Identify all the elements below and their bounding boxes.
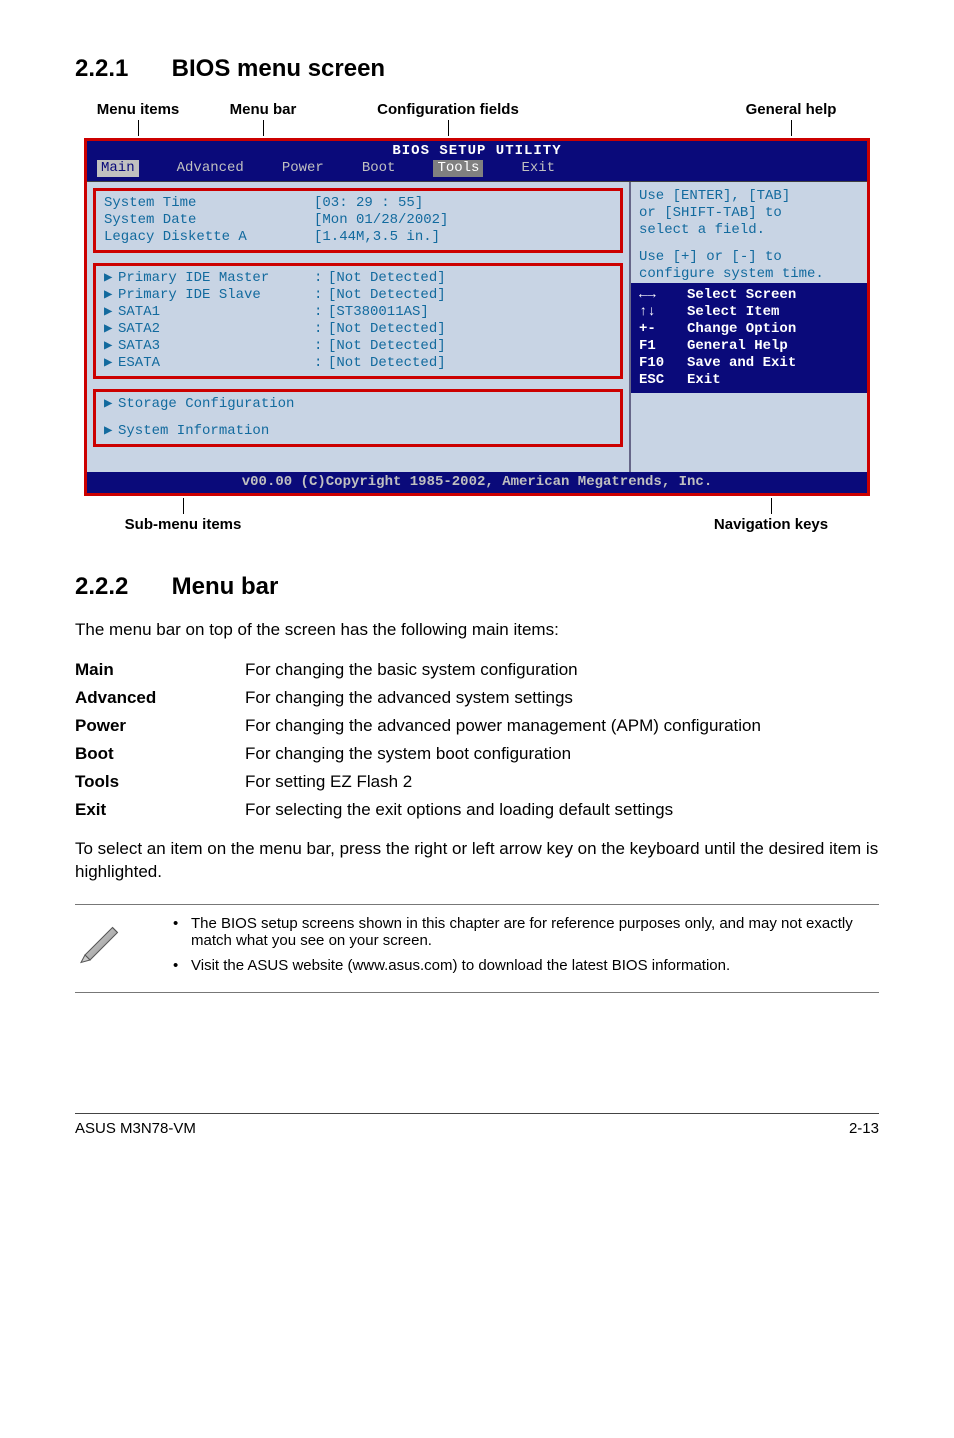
- bios-system-date-value[interactable]: [Mon 01/28/2002]: [314, 212, 448, 229]
- heading-number: 2.2.1: [75, 55, 165, 83]
- bios-menu-boot[interactable]: Boot: [362, 160, 396, 177]
- bios-ide-slave-value: [Not Detected]: [328, 287, 446, 304]
- page-footer: ASUS M3N78-VM 2-13: [75, 1113, 879, 1137]
- bios-sata2-value: [Not Detected]: [328, 321, 446, 338]
- bios-block-3: ▶Storage Configuration ▶System Informati…: [93, 389, 623, 447]
- paragraph: To select an item on the menu bar, press…: [75, 838, 879, 884]
- heading-title: Menu bar: [172, 573, 279, 600]
- term-advanced: Advanced: [75, 688, 245, 708]
- key-esc: ESC: [639, 372, 687, 389]
- bios-menu-tools[interactable]: Tools: [433, 160, 483, 177]
- bios-esata-label[interactable]: ESATA: [118, 355, 314, 372]
- bios-legacy-diskette-label[interactable]: Legacy Diskette A: [104, 229, 314, 246]
- heading-number: 2.2.2: [75, 573, 165, 601]
- bios-sata1-value: [ST380011AS]: [328, 304, 429, 321]
- term-power: Power: [75, 716, 245, 736]
- triangle-icon: ▶: [104, 355, 118, 372]
- key-f1: F1: [639, 338, 687, 355]
- key-f10: F10: [639, 355, 687, 372]
- heading-title: BIOS menu screen: [172, 55, 385, 82]
- callout-config-fields: Configuration fields: [377, 101, 519, 118]
- top-callout-row: Menu items Menu bar Configuration fields…: [75, 101, 879, 136]
- bios-help-line: select a field.: [639, 222, 859, 239]
- callout-menu-bar: Menu bar: [230, 101, 297, 118]
- note-pencil-icon: [75, 904, 155, 993]
- bios-menu-main[interactable]: Main: [97, 160, 139, 177]
- bios-help-line: configure system time.: [639, 266, 859, 283]
- key-action: Save and Exit: [687, 355, 796, 372]
- key-plusminus: +-: [639, 321, 687, 338]
- bios-ide-master-label[interactable]: Primary IDE Master: [118, 270, 314, 287]
- bios-screen: BIOS SETUP UTILITY Main Advanced Power B…: [84, 138, 870, 496]
- bios-nav-keys: ←→Select Screen ↑↓Select Item +-Change O…: [639, 287, 859, 389]
- bios-system-time-label[interactable]: System Time: [104, 195, 314, 212]
- bios-help-line: or [SHIFT-TAB] to: [639, 205, 859, 222]
- paragraph: The menu bar on top of the screen has th…: [75, 619, 879, 642]
- bios-system-date-label[interactable]: System Date: [104, 212, 314, 229]
- triangle-icon: ▶: [104, 304, 118, 321]
- bios-sata1-label[interactable]: SATA1: [118, 304, 314, 321]
- desc-boot: For changing the system boot configurati…: [245, 744, 879, 764]
- triangle-icon: ▶: [104, 338, 118, 355]
- triangle-icon: ▶: [104, 321, 118, 338]
- triangle-icon: ▶: [104, 270, 118, 287]
- triangle-icon: ▶: [104, 396, 118, 413]
- bios-ide-slave-label[interactable]: Primary IDE Slave: [118, 287, 314, 304]
- key-arrows-lr: ←→: [639, 287, 687, 304]
- bios-block-1: System Time[03: 29 : 55] System Date[Mon…: [93, 188, 623, 253]
- bios-footer: v00.00 (C)Copyright 1985-2002, American …: [87, 472, 867, 493]
- bios-sata2-label[interactable]: SATA2: [118, 321, 314, 338]
- desc-advanced: For changing the advanced system setting…: [245, 688, 879, 708]
- menu-description-table: MainFor changing the basic system config…: [75, 660, 879, 820]
- term-main: Main: [75, 660, 245, 680]
- bios-system-time-value[interactable]: [03: 29 : 55]: [314, 195, 423, 212]
- term-tools: Tools: [75, 772, 245, 792]
- bios-storage-config-label[interactable]: Storage Configuration: [118, 396, 328, 413]
- bios-system-info-label[interactable]: System Information: [118, 423, 328, 440]
- callout-general-help: General help: [746, 101, 837, 118]
- section-heading-2: 2.2.2 Menu bar: [75, 573, 879, 601]
- desc-power: For changing the advanced power manageme…: [245, 716, 879, 736]
- footer-product: ASUS M3N78-VM: [75, 1120, 196, 1137]
- bios-ide-master-value: [Not Detected]: [328, 270, 446, 287]
- callout-navigation-keys: Navigation keys: [714, 516, 828, 533]
- bios-esata-value: [Not Detected]: [328, 355, 446, 372]
- desc-main: For changing the basic system configurat…: [245, 660, 879, 680]
- footer-page-number: 2-13: [849, 1120, 879, 1137]
- bios-legacy-diskette-value[interactable]: [1.44M,3.5 in.]: [314, 229, 440, 246]
- note-item: Visit the ASUS website (www.asus.com) to…: [173, 957, 879, 974]
- note-box: The BIOS setup screens shown in this cha…: [75, 904, 879, 993]
- callout-submenu-items: Sub-menu items: [125, 516, 242, 533]
- bios-title: BIOS SETUP UTILITY: [87, 143, 867, 160]
- bios-menu-advanced[interactable]: Advanced: [177, 160, 244, 177]
- term-boot: Boot: [75, 744, 245, 764]
- bios-help-line: Use [ENTER], [TAB]: [639, 188, 859, 205]
- callout-menu-items: Menu items: [97, 101, 180, 118]
- bios-sata3-value: [Not Detected]: [328, 338, 446, 355]
- bios-sata3-label[interactable]: SATA3: [118, 338, 314, 355]
- bios-block-2: ▶Primary IDE Master:[Not Detected] ▶Prim…: [93, 263, 623, 379]
- bios-menu-exit[interactable]: Exit: [521, 160, 555, 177]
- note-item: The BIOS setup screens shown in this cha…: [173, 915, 879, 949]
- bios-menu-bar: Main Advanced Power Boot Tools Exit: [87, 160, 867, 179]
- key-action: Select Screen: [687, 287, 796, 304]
- key-action: Change Option: [687, 321, 796, 338]
- section-heading-1: 2.2.1 BIOS menu screen: [75, 55, 879, 83]
- bios-menu-power[interactable]: Power: [282, 160, 324, 177]
- desc-tools: For setting EZ Flash 2: [245, 772, 879, 792]
- key-action: General Help: [687, 338, 788, 355]
- bottom-callout-row: Sub-menu items Navigation keys: [75, 498, 879, 533]
- key-arrows-ud: ↑↓: [639, 304, 687, 321]
- triangle-icon: ▶: [104, 287, 118, 304]
- bios-help-line: Use [+] or [-] to: [639, 249, 859, 266]
- triangle-icon: ▶: [104, 423, 118, 440]
- key-action: Select Item: [687, 304, 779, 321]
- term-exit: Exit: [75, 800, 245, 820]
- key-action: Exit: [687, 372, 721, 389]
- desc-exit: For selecting the exit options and loadi…: [245, 800, 879, 820]
